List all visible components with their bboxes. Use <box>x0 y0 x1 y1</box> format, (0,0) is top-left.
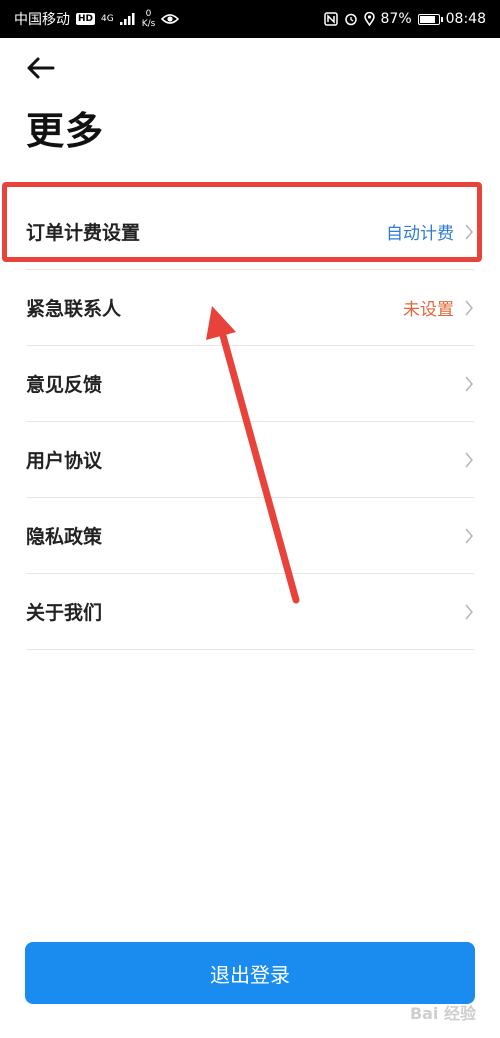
chevron-right-icon <box>465 224 473 239</box>
watermark-text: Bai 经验 <box>409 1004 476 1023</box>
menu-item-about-us[interactable]: 关于我们 <box>26 574 474 650</box>
carrier-name: 中国移动 <box>14 12 70 28</box>
battery-level-fill <box>419 15 436 23</box>
settings-list: 订单计费设置 自动计费 紧急联系人 未设置 意见反馈 用户协议 隐私政策 关于我… <box>26 194 474 650</box>
menu-item-label: 订单计费设置 <box>26 222 141 244</box>
menu-item-user-agreement[interactable]: 用户协议 <box>26 422 474 498</box>
menu-item-label: 意见反馈 <box>26 374 103 396</box>
menu-item-value: 自动计费 <box>386 224 454 244</box>
nfc-icon <box>323 12 338 26</box>
back-button[interactable] <box>22 52 58 84</box>
chevron-right-icon <box>465 604 473 619</box>
chevron-right-icon <box>465 452 473 467</box>
chevron-right-icon <box>465 300 473 315</box>
page-title: 更多 <box>26 109 105 153</box>
battery-icon <box>417 13 443 25</box>
logout-button[interactable]: 退出登录 <box>25 942 475 1004</box>
menu-item-label: 隐私政策 <box>26 526 103 548</box>
speed-unit: K/s <box>141 19 156 29</box>
chevron-right-icon <box>465 528 473 543</box>
menu-item-label: 紧急联系人 <box>26 298 122 320</box>
network-speed: 0 K/s <box>142 9 156 29</box>
alarm-icon <box>344 13 357 26</box>
status-bar: 中国移动 HD 4G 0 K/s 87% 08:48 <box>0 0 500 38</box>
eye-icon <box>161 14 180 24</box>
battery-percent: 87% <box>380 11 412 27</box>
chevron-right-icon <box>465 376 473 391</box>
clock: 08:48 <box>445 11 486 27</box>
menu-item-billing-settings[interactable]: 订单计费设置 自动计费 <box>26 194 474 270</box>
hd-badge: HD <box>76 13 96 25</box>
arrow-left-icon <box>27 57 55 79</box>
speed-value: 0 <box>145 9 152 19</box>
network-type: 4G <box>101 14 114 24</box>
menu-item-privacy-policy[interactable]: 隐私政策 <box>26 498 474 574</box>
menu-item-label: 用户协议 <box>26 450 103 472</box>
menu-item-feedback[interactable]: 意见反馈 <box>26 346 474 422</box>
menu-item-value: 未设置 <box>403 300 454 320</box>
menu-item-label: 关于我们 <box>26 602 103 624</box>
menu-item-emergency-contact[interactable]: 紧急联系人 未设置 <box>26 270 474 346</box>
signal-icon <box>119 13 135 25</box>
location-icon <box>363 12 375 26</box>
